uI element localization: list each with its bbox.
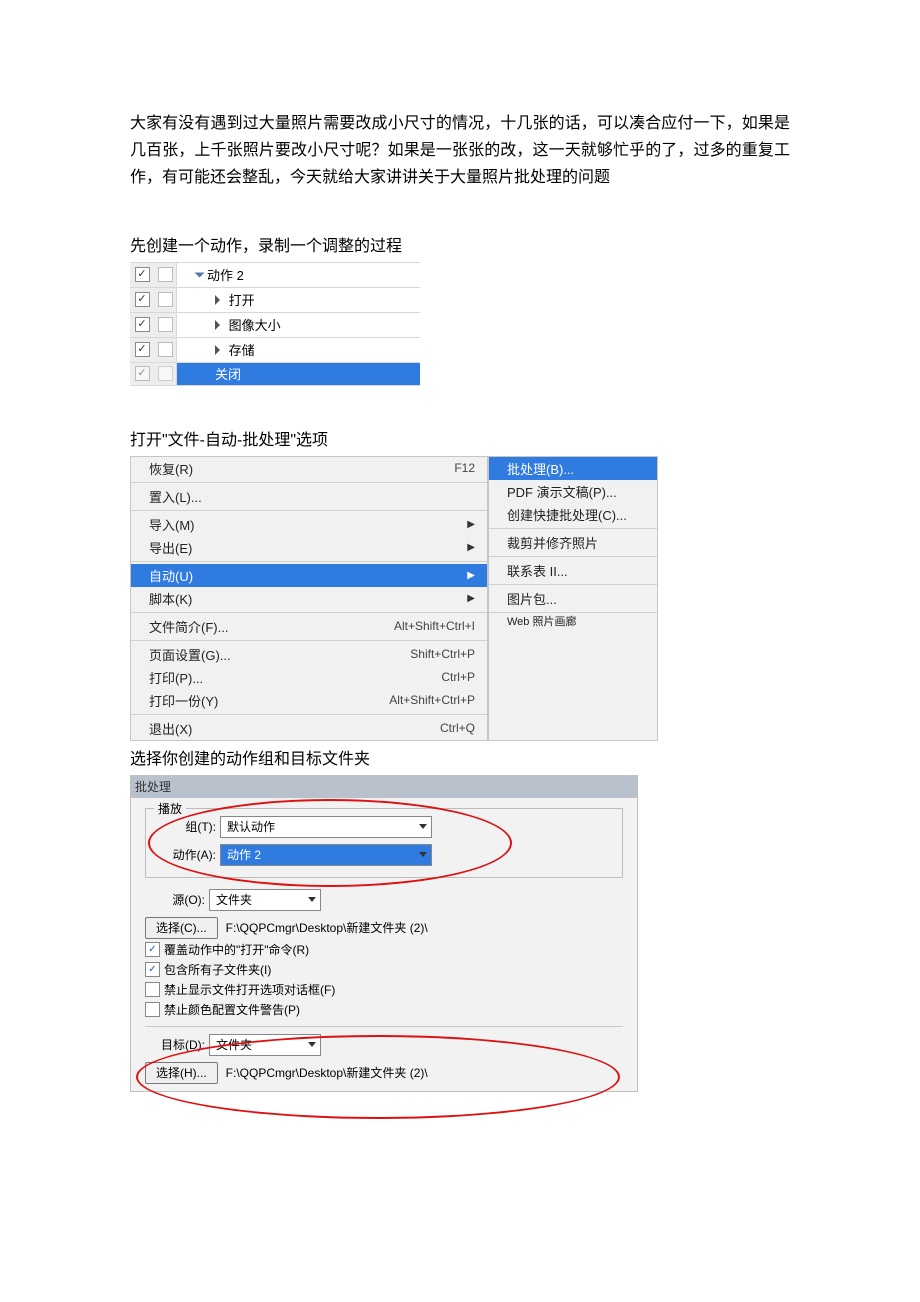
dialog-toggle[interactable] <box>158 267 173 282</box>
triangle-icon <box>215 320 220 330</box>
submenu-arrow-icon: ▶ <box>467 593 475 604</box>
source-path: F:\QQPCmgr\Desktop\新建文件夹 (2)\ <box>226 919 428 936</box>
submenu-contact[interactable]: 联系表 II... <box>489 559 657 582</box>
step-label: 打开 <box>229 290 255 309</box>
dialog-title: 批处理 <box>131 776 637 798</box>
intro-text: 大家有没有遇到过大量照片需要改成小尺寸的情况，十几张的话，可以凑合应付一下，如果… <box>130 110 790 192</box>
dest-dropdown[interactable]: 文件夹 <box>209 1034 321 1056</box>
choose-source-button[interactable]: 选择(C)... <box>145 917 218 939</box>
source-dropdown[interactable]: 文件夹 <box>209 889 321 911</box>
menu-print[interactable]: 打印(P)...Ctrl+P <box>131 666 487 689</box>
toggle-checkbox[interactable] <box>135 342 150 357</box>
menu-script[interactable]: 脚本(K)▶ <box>131 587 487 610</box>
dialog-toggle[interactable] <box>158 317 173 332</box>
play-legend: 播放 <box>154 800 186 817</box>
caption-2: 打开"文件-自动-批处理"选项 <box>130 426 790 450</box>
submenu-arrow-icon: ▶ <box>467 570 475 581</box>
submenu-arrow-icon: ▶ <box>467 519 475 530</box>
toggle-checkbox[interactable] <box>135 366 150 381</box>
action-name: 动作 2 <box>207 265 244 284</box>
actions-panel: 动作 2 打开 图像大小 存储 关闭 <box>130 262 420 386</box>
action-row[interactable]: 动作 2 <box>130 263 420 288</box>
submenu-arrow-icon: ▶ <box>467 542 475 553</box>
caret-icon <box>308 897 316 902</box>
override-open-checkbox[interactable] <box>145 942 160 957</box>
caret-icon <box>308 1042 316 1047</box>
include-subfolders-checkbox[interactable] <box>145 962 160 977</box>
choose-dest-button[interactable]: 选择(H)... <box>145 1062 218 1084</box>
step-row[interactable]: 存储 <box>130 338 420 363</box>
menu-import[interactable]: 导入(M)▶ <box>131 513 487 536</box>
triangle-icon <box>215 345 220 355</box>
toggle-checkbox[interactable] <box>135 317 150 332</box>
dest-path: F:\QQPCmgr\Desktop\新建文件夹 (2)\ <box>226 1064 428 1081</box>
submenu-quick[interactable]: 创建快捷批处理(C)... <box>489 503 657 526</box>
source-label: 源(O): <box>145 891 209 908</box>
expand-icon <box>195 272 205 277</box>
menu-export[interactable]: 导出(E)▶ <box>131 536 487 559</box>
dialog-toggle[interactable] <box>158 292 173 307</box>
menu-place[interactable]: 置入(L)... <box>131 485 487 508</box>
caret-icon <box>419 824 427 829</box>
step-row[interactable]: 打开 <box>130 288 420 313</box>
caption-1: 先创建一个动作，录制一个调整的过程 <box>130 232 790 256</box>
submenu-package[interactable]: 图片包... <box>489 587 657 610</box>
submenu-web[interactable]: Web 照片画廊 <box>489 615 657 628</box>
action-label: 动作(A): <box>156 846 220 863</box>
dialog-toggle[interactable] <box>158 366 173 381</box>
step-label: 存储 <box>229 340 255 359</box>
step-label: 关闭 <box>215 364 241 383</box>
file-menu: 恢复(R)F12 置入(L)... 导入(M)▶ 导出(E)▶ 自动(U)▶ 脚… <box>130 456 488 741</box>
step-label: 图像大小 <box>229 315 281 334</box>
caret-icon <box>419 852 427 857</box>
menu-auto[interactable]: 自动(U)▶ <box>131 564 487 587</box>
group-dropdown[interactable]: 默认动作 <box>220 816 432 838</box>
submenu-batch[interactable]: 批处理(B)... <box>489 457 657 480</box>
batch-dialog: 批处理 播放 组(T): 默认动作 动作(A): 动作 2 <box>130 775 638 1092</box>
suppress-color-checkbox[interactable] <box>145 1002 160 1017</box>
submenu-crop[interactable]: 裁剪并修齐照片 <box>489 531 657 554</box>
menu-exit[interactable]: 退出(X)Ctrl+Q <box>131 717 487 740</box>
menu-print-one[interactable]: 打印一份(Y)Alt+Shift+Ctrl+P <box>131 689 487 712</box>
play-fieldset: 播放 组(T): 默认动作 动作(A): 动作 2 <box>145 808 623 878</box>
menu-restore[interactable]: 恢复(R)F12 <box>131 457 487 480</box>
file-menu-screenshot: 恢复(R)F12 置入(L)... 导入(M)▶ 导出(E)▶ 自动(U)▶ 脚… <box>130 456 790 741</box>
auto-submenu: 批处理(B)... PDF 演示文稿(P)... 创建快捷批处理(C)... 裁… <box>488 456 658 741</box>
toggle-checkbox[interactable] <box>135 292 150 307</box>
suppress-open-checkbox[interactable] <box>145 982 160 997</box>
triangle-icon <box>215 295 220 305</box>
action-dropdown[interactable]: 动作 2 <box>220 844 432 866</box>
submenu-pdf[interactable]: PDF 演示文稿(P)... <box>489 480 657 503</box>
step-row-selected[interactable]: 关闭 <box>130 363 420 386</box>
menu-file-info[interactable]: 文件简介(F)...Alt+Shift+Ctrl+I <box>131 615 487 638</box>
dialog-toggle[interactable] <box>158 342 173 357</box>
dest-label: 目标(D): <box>145 1036 209 1053</box>
group-label: 组(T): <box>156 818 220 835</box>
toggle-checkbox[interactable] <box>135 267 150 282</box>
step-row[interactable]: 图像大小 <box>130 313 420 338</box>
menu-page-setup[interactable]: 页面设置(G)...Shift+Ctrl+P <box>131 643 487 666</box>
caption-3: 选择你创建的动作组和目标文件夹 <box>130 745 790 769</box>
